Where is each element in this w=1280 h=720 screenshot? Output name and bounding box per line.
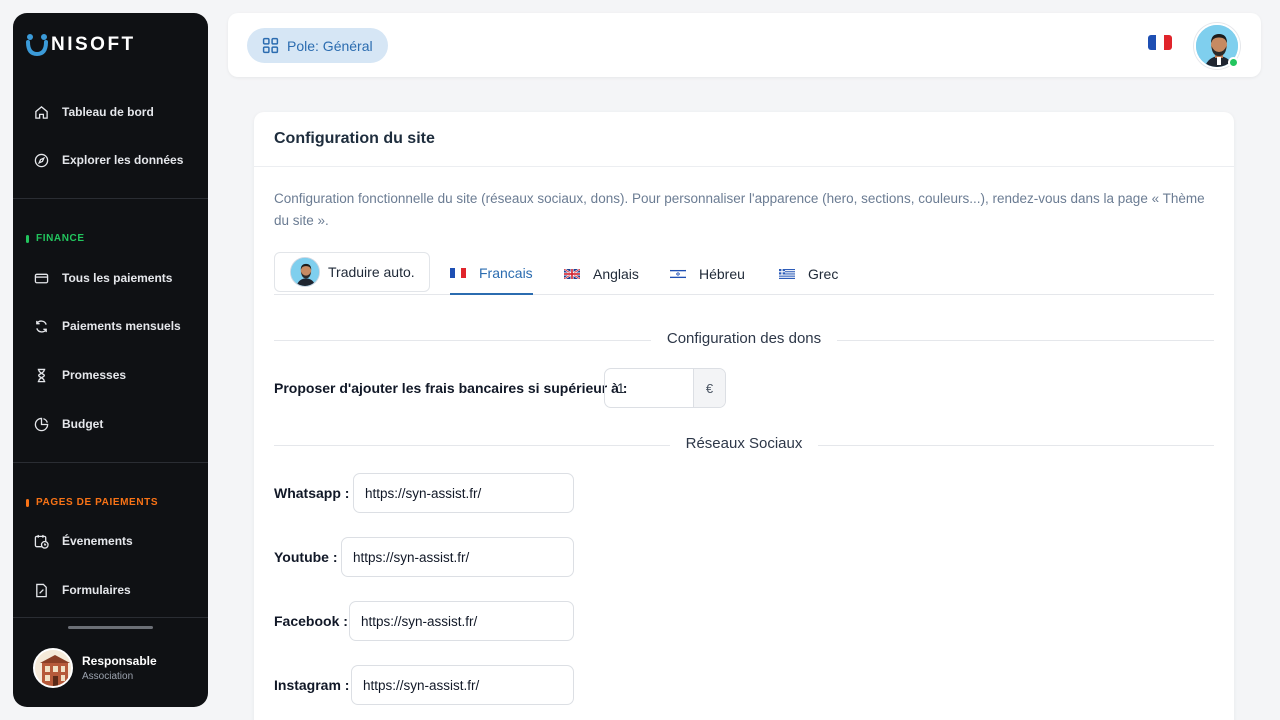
page-description: Configuration fonctionnelle du site (rés…	[274, 191, 1205, 228]
sidebar-item-label: Explorer les données	[62, 153, 184, 167]
sidebar-item-label: Formulaires	[62, 583, 131, 597]
sidebar-item-promises[interactable]: Promesses	[13, 357, 208, 393]
sidebar-item-events[interactable]: Évenements	[13, 523, 208, 559]
auto-translate-label: Traduire auto.	[328, 264, 415, 280]
instagram-input[interactable]: https://syn-assist.fr/	[351, 665, 574, 705]
instagram-label: Instagram :	[274, 677, 350, 693]
section-title: Configuration des dons	[650, 330, 838, 347]
section-payment-pages: PAGES DE PAIEMENTS	[26, 497, 158, 508]
sidebar-item-budget[interactable]: Budget	[13, 406, 208, 442]
youtube-input[interactable]: https://syn-assist.fr/	[341, 537, 574, 577]
credit-card-icon	[33, 270, 49, 286]
section-title: Réseaux Sociaux	[669, 435, 819, 452]
sidebar-item-label: Tous les paiements	[62, 271, 173, 285]
youtube-label: Youtube :	[274, 549, 338, 565]
flag-il-icon	[670, 268, 686, 279]
grid-icon	[262, 37, 279, 54]
bank-fee-label: Proposer d'ajouter les frais bancaires s…	[274, 380, 628, 396]
sidebar: NISOFT Tableau de bord Explorer les donn…	[13, 13, 208, 707]
sidebar-item-explore[interactable]: Explorer les données	[13, 142, 208, 178]
youtube-value: https://syn-assist.fr/	[353, 549, 470, 565]
tab-grec[interactable]: Grec	[779, 252, 838, 295]
whatsapp-label: Whatsapp :	[274, 485, 350, 501]
section-divider-social: Réseaux Sociaux	[274, 435, 1214, 455]
flag-fr-icon	[450, 267, 466, 278]
instagram-value: https://syn-assist.fr/	[363, 677, 480, 693]
top-bar: Pole: Général	[228, 13, 1261, 77]
compass-icon	[33, 152, 49, 168]
section-title: FINANCE	[36, 233, 85, 244]
language-flag-fr-icon[interactable]	[1148, 35, 1172, 50]
page-title: Configuration du site	[274, 130, 435, 147]
facebook-value: https://syn-assist.fr/	[361, 613, 478, 629]
auto-translate-button[interactable]: Traduire auto.	[274, 252, 430, 292]
logo-mark-icon	[25, 33, 49, 57]
whatsapp-input[interactable]: https://syn-assist.fr/	[353, 473, 574, 513]
section-finance: FINANCE	[26, 233, 85, 244]
flag-uk-icon	[564, 268, 580, 279]
section-title: PAGES DE PAIEMENTS	[36, 497, 159, 508]
site-configuration-card: Configuration du site Configuration fonc…	[254, 112, 1234, 720]
currency-addon: €	[693, 369, 725, 407]
facebook-label: Facebook :	[274, 613, 348, 629]
home-icon	[33, 104, 49, 120]
hourglass-icon	[33, 367, 49, 383]
brand-name: NISOFT	[51, 34, 136, 55]
user-profile[interactable]: Responsable Association	[33, 648, 157, 688]
bank-fee-threshold-input[interactable]: 1 €	[604, 368, 726, 408]
sidebar-item-label: Promesses	[62, 368, 127, 382]
avatar	[290, 257, 320, 287]
whatsapp-value: https://syn-assist.fr/	[365, 485, 482, 501]
brand-logo[interactable]: NISOFT	[25, 33, 136, 57]
language-tabs: Traduire auto. Francais Anglais Hébreu G…	[274, 252, 1214, 295]
section-divider-donations: Configuration des dons	[274, 330, 1214, 350]
tab-label: Anglais	[593, 265, 639, 282]
sidebar-divider	[13, 462, 208, 463]
pole-selector-button[interactable]: Pole: Général	[247, 28, 388, 63]
sidebar-item-label: Évenements	[62, 534, 133, 548]
card-divider	[254, 166, 1234, 167]
sidebar-item-monthly-payments[interactable]: Paiements mensuels	[13, 308, 208, 344]
sidebar-item-label: Paiements mensuels	[62, 319, 181, 333]
avatar	[33, 648, 73, 688]
sidebar-item-dashboard[interactable]: Tableau de bord	[13, 94, 208, 130]
sidebar-divider	[13, 617, 208, 618]
tab-francais[interactable]: Francais	[450, 252, 533, 295]
tab-label: Francais	[479, 264, 533, 281]
user-name: Responsable	[82, 654, 157, 668]
user-role: Association	[82, 671, 134, 682]
bank-fee-value[interactable]: 1	[605, 369, 693, 407]
sidebar-item-forms[interactable]: Formulaires	[13, 572, 208, 608]
calendar-clock-icon	[33, 533, 49, 549]
sidebar-item-all-payments[interactable]: Tous les paiements	[13, 260, 208, 296]
form-file-icon	[33, 582, 49, 598]
sidebar-divider	[13, 198, 208, 199]
sidebar-item-label: Tableau de bord	[62, 105, 154, 119]
flag-gr-icon	[779, 268, 795, 279]
tab-label: Grec	[808, 265, 839, 282]
tab-label: Hébreu	[699, 265, 745, 282]
pole-label: Pole: Général	[287, 37, 373, 54]
tab-anglais[interactable]: Anglais	[564, 252, 639, 295]
facebook-input[interactable]: https://syn-assist.fr/	[349, 601, 574, 641]
online-status-indicator	[1228, 57, 1239, 68]
scroll-handle[interactable]	[68, 626, 153, 629]
sidebar-item-label: Budget	[62, 417, 104, 431]
pie-chart-icon	[33, 416, 49, 432]
refresh-icon	[33, 318, 49, 334]
tab-hebreu[interactable]: Hébreu	[670, 252, 745, 295]
